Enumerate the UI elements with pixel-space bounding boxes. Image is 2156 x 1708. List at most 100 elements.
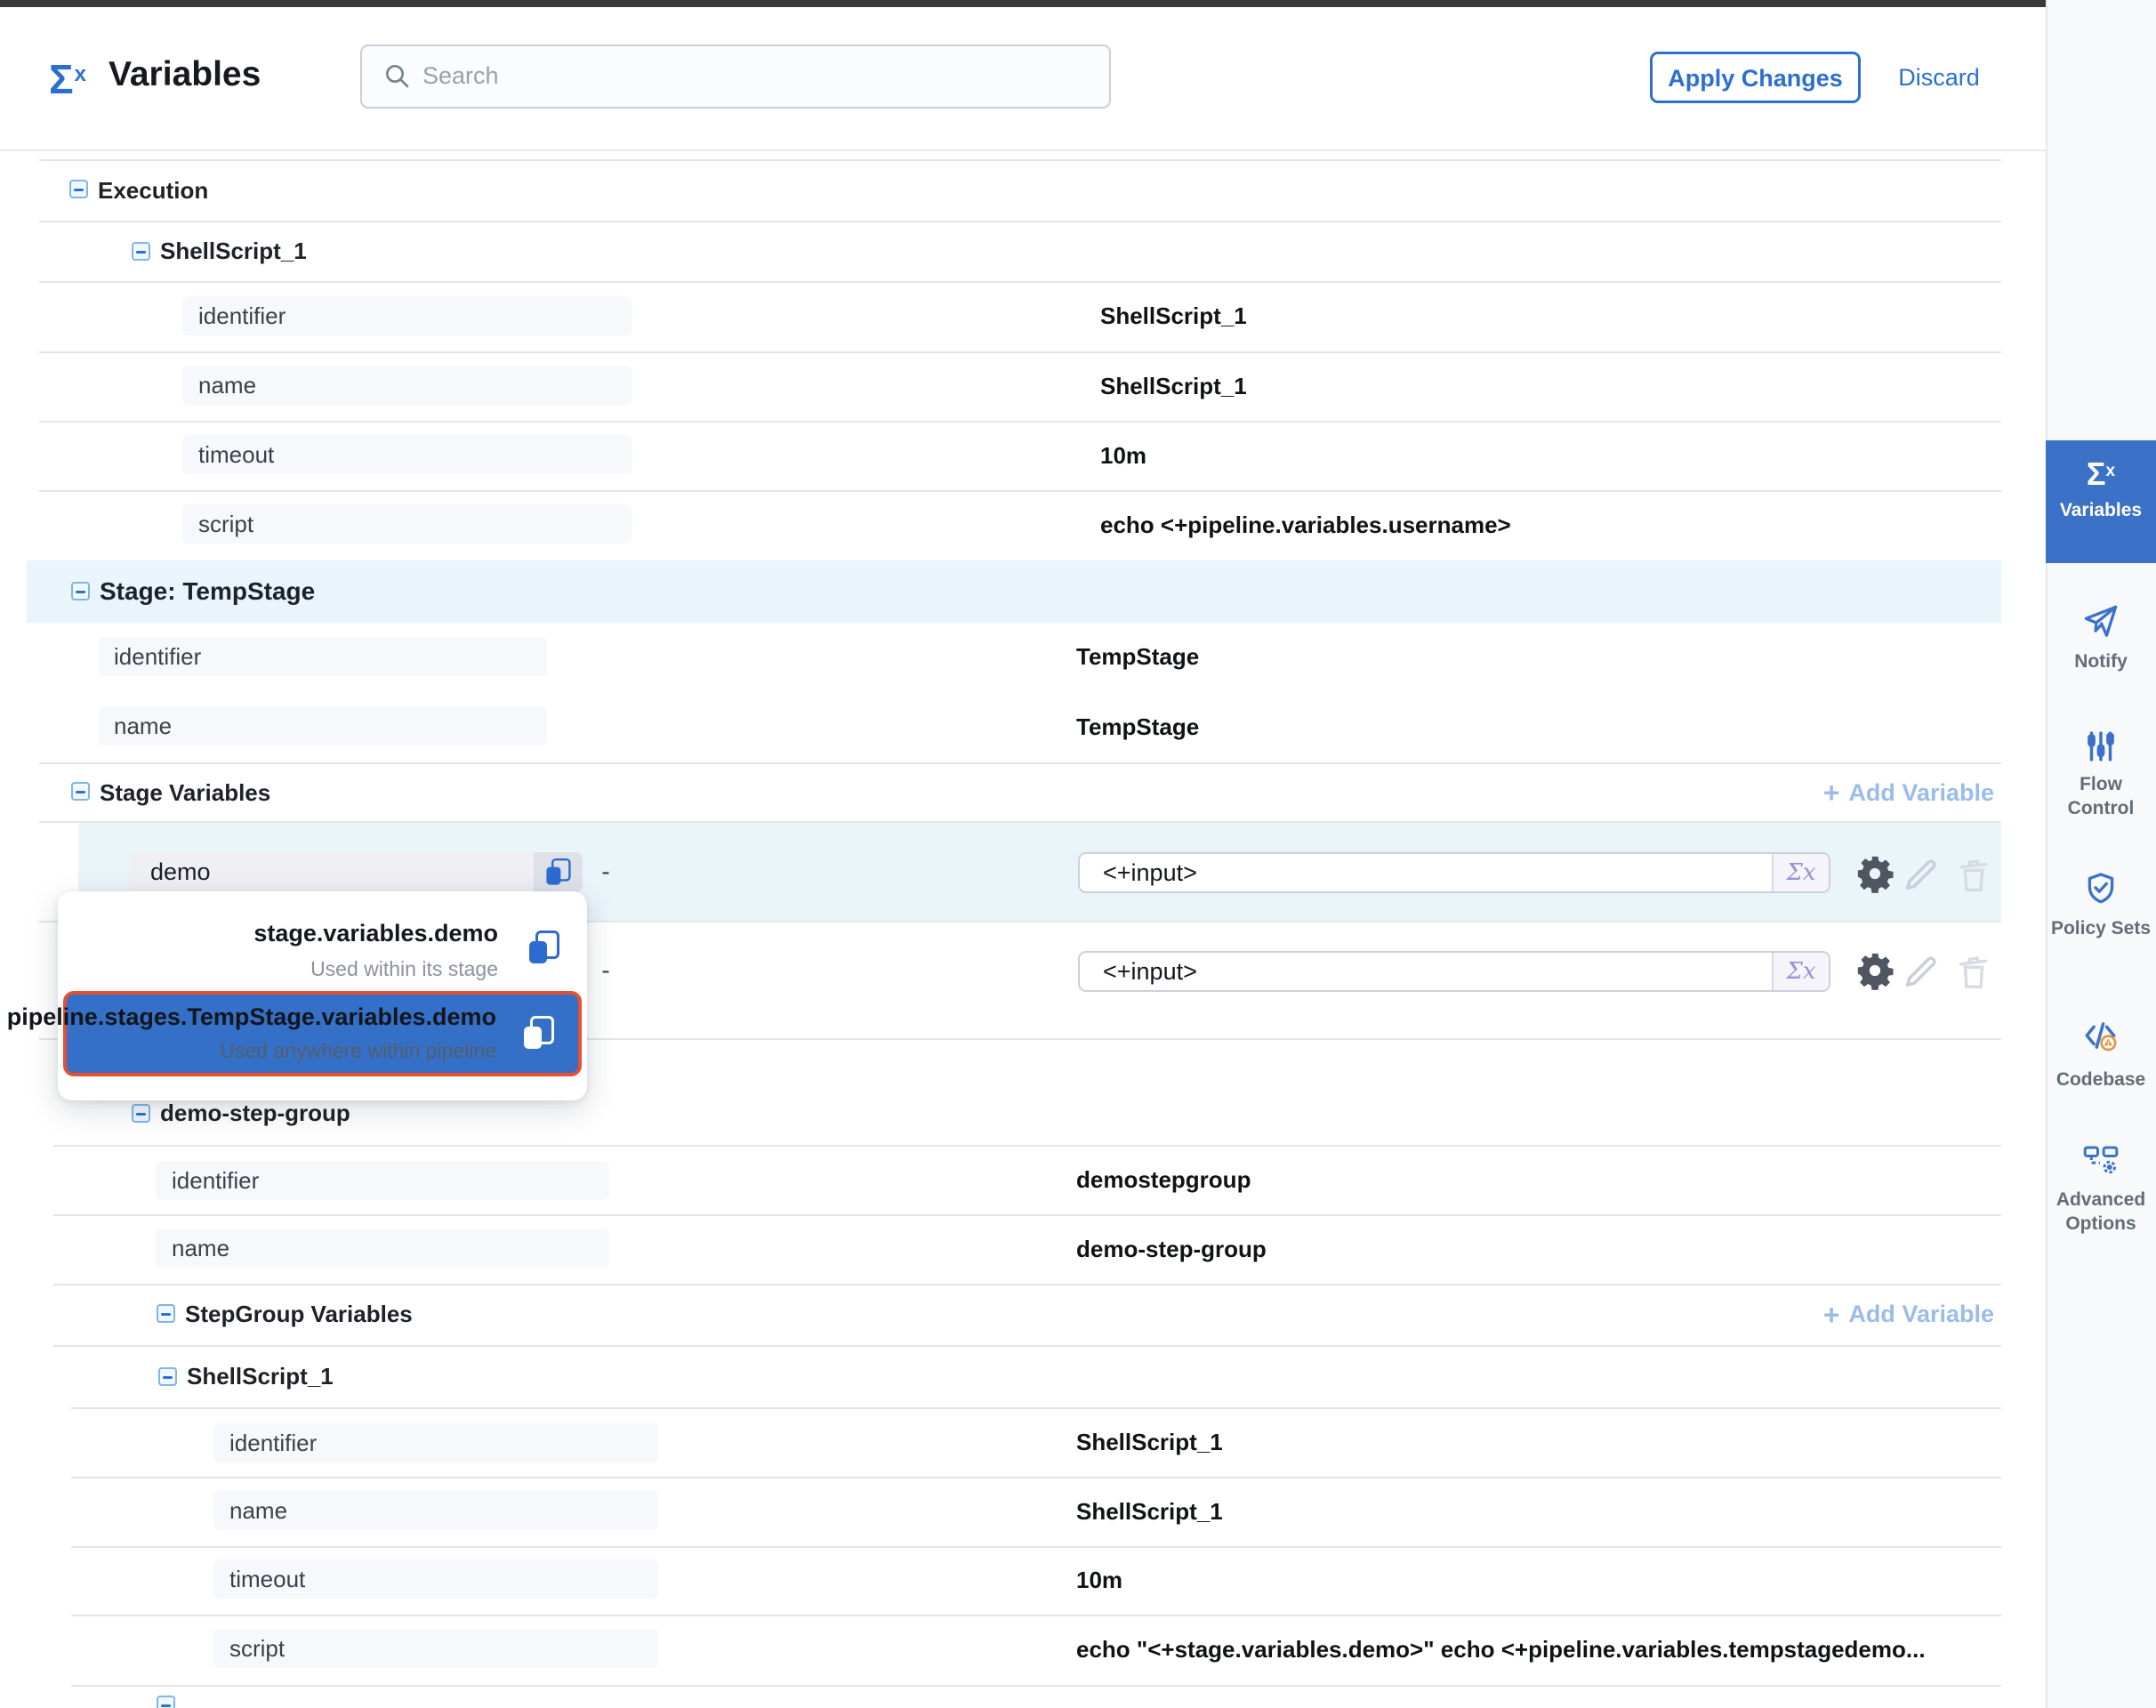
row-divider (71, 1685, 2001, 1687)
copy-button[interactable] (534, 852, 583, 892)
field-label-chip: identifier (156, 1161, 609, 1200)
add-variable-button[interactable]: + Add Variable (1823, 1284, 1994, 1345)
copy-icon[interactable] (521, 1016, 557, 1051)
field-label-chip: identifier (213, 1423, 658, 1462)
field-label-chip: name (156, 1229, 609, 1268)
stage-header-title[interactable]: Stage: TempStage (100, 560, 315, 623)
add-variable-button[interactable]: + Add Variable (1823, 762, 1994, 823)
stage-header-row (27, 560, 2001, 623)
variable-type-dash: - (592, 921, 619, 1020)
delete-trash-icon[interactable] (1953, 952, 1994, 993)
collapse-icon[interactable] (69, 180, 88, 198)
field-value: ShellScript_1 (1100, 281, 1247, 351)
sidebar-item-codebase[interactable]: Codebase (2046, 1068, 2156, 1092)
row-divider (39, 762, 2001, 764)
row-divider (53, 1214, 2001, 1216)
collapse-icon[interactable] (132, 1104, 150, 1123)
field-label-chip: name (213, 1491, 658, 1530)
row-divider (71, 1477, 2001, 1478)
expression-scope: Used within its stage (310, 957, 498, 981)
row-divider (39, 221, 2001, 222)
copy-icon[interactable] (527, 931, 562, 966)
field-label-chip: timeout (213, 1559, 658, 1599)
collapse-icon[interactable] (132, 242, 150, 261)
sigma-x-icon: Σx (2046, 452, 2156, 494)
edit-pencil-icon[interactable] (1900, 952, 1941, 993)
sidebar-item-flow-control[interactable]: Flow Control (2046, 772, 2156, 820)
row-divider (39, 281, 2001, 283)
sidebar-item-advanced-options[interactable]: Advanced Options (2046, 1188, 2156, 1236)
field-value: ShellScript_1 (1076, 1477, 1223, 1546)
page-title: Variables (109, 46, 261, 103)
sidebar-item-notify[interactable]: Notify (2046, 649, 2156, 673)
field-value: demo-step-group (1076, 1214, 1267, 1284)
expression-copy-popup: stage.variables.demo Used within its sta… (58, 891, 587, 1100)
row-divider (71, 1546, 2001, 1548)
row-divider (53, 1345, 2001, 1347)
edit-pencil-icon[interactable] (1900, 855, 1941, 896)
expression-scope: Used anywhere within pipeline (220, 1039, 496, 1063)
collapse-icon[interactable] (71, 582, 90, 600)
expression-toggle-button[interactable]: Σx (1772, 953, 1829, 990)
variable-name: demo (150, 852, 211, 892)
field-value: 10m (1100, 421, 1146, 490)
tree-node-shellscript[interactable]: ShellScript_1 (160, 221, 307, 281)
field-value: TempStage (1076, 691, 1199, 762)
expression-path: pipeline.stages.TempStage.variables.demo (7, 1003, 496, 1031)
sliders-icon[interactable] (2082, 728, 2120, 765)
variables-panel: Σx Variables Apply Changes Discard Execu… (0, 0, 2156, 1708)
field-label-chip: identifier (182, 296, 632, 335)
copy-icon (544, 858, 573, 887)
tree-node-execution[interactable]: Execution (98, 161, 208, 221)
row-divider (71, 1407, 2001, 1409)
right-sidebar (2046, 0, 2156, 1708)
sidebar-item-policy-sets[interactable]: Policy Sets (2046, 916, 2156, 940)
header-divider (0, 149, 2046, 151)
settings-gear-icon[interactable] (1854, 950, 1895, 991)
shield-check-icon[interactable] (2082, 870, 2120, 907)
collapse-icon[interactable] (157, 1696, 175, 1708)
field-value: TempStage (1076, 623, 1199, 691)
discard-button[interactable]: Discard (1886, 52, 1992, 103)
delete-trash-icon[interactable] (1953, 855, 1994, 896)
flowchart-gear-icon[interactable] (2082, 1141, 2120, 1179)
variable-name-chip: demo (129, 852, 583, 892)
collapse-icon[interactable] (158, 1367, 177, 1386)
sidebar-item-label: Variables (2046, 498, 2156, 522)
stepgroup-variables-title[interactable]: StepGroup Variables (185, 1284, 413, 1345)
code-warning-icon[interactable] (2082, 1017, 2120, 1054)
field-label-chip: identifier (98, 637, 547, 676)
apply-changes-button[interactable]: Apply Changes (1650, 52, 1861, 103)
stage-variables-title[interactable]: Stage Variables (100, 762, 270, 823)
variable-value-input[interactable]: <+input> Σx (1078, 951, 1830, 992)
expression-path[interactable]: stage.variables.demo (253, 920, 498, 947)
search-icon (382, 61, 411, 90)
tree-node-shellscript[interactable]: ShellScript_1 (187, 1345, 334, 1407)
field-label-chip: script (182, 504, 632, 544)
paper-plane-icon[interactable] (2082, 603, 2120, 640)
plus-icon: + (1823, 1301, 1840, 1329)
field-value: echo "<+stage.variables.demo>" echo <+pi… (1076, 1615, 1926, 1685)
field-label-chip: script (213, 1629, 658, 1668)
sigma-logo-icon: Σx (49, 46, 86, 108)
expression-item-highlighted[interactable]: pipeline.stages.TempStage.variables.demo… (63, 991, 582, 1076)
variable-value-input[interactable]: <+input> Σx (1078, 852, 1830, 893)
field-value: demostepgroup (1076, 1145, 1251, 1214)
field-value: ShellScript_1 (1100, 351, 1247, 421)
collapse-icon[interactable] (157, 1304, 175, 1323)
expression-toggle-button[interactable]: Σx (1772, 854, 1829, 891)
field-value: echo <+pipeline.variables.username> (1100, 490, 1511, 560)
row-divider (53, 1145, 2001, 1147)
settings-gear-icon[interactable] (1854, 853, 1895, 894)
search-input[interactable] (421, 48, 1082, 103)
field-label-chip: name (182, 366, 632, 405)
search-box[interactable] (360, 44, 1111, 109)
field-value: 10m (1076, 1546, 1122, 1615)
row-divider (39, 351, 2001, 353)
row-divider (39, 159, 2001, 161)
collapse-icon[interactable] (71, 782, 90, 801)
field-label-chip: timeout (182, 435, 632, 474)
top-bar (0, 0, 2046, 7)
variable-type-dash: - (592, 823, 619, 921)
row-divider (39, 490, 2001, 492)
